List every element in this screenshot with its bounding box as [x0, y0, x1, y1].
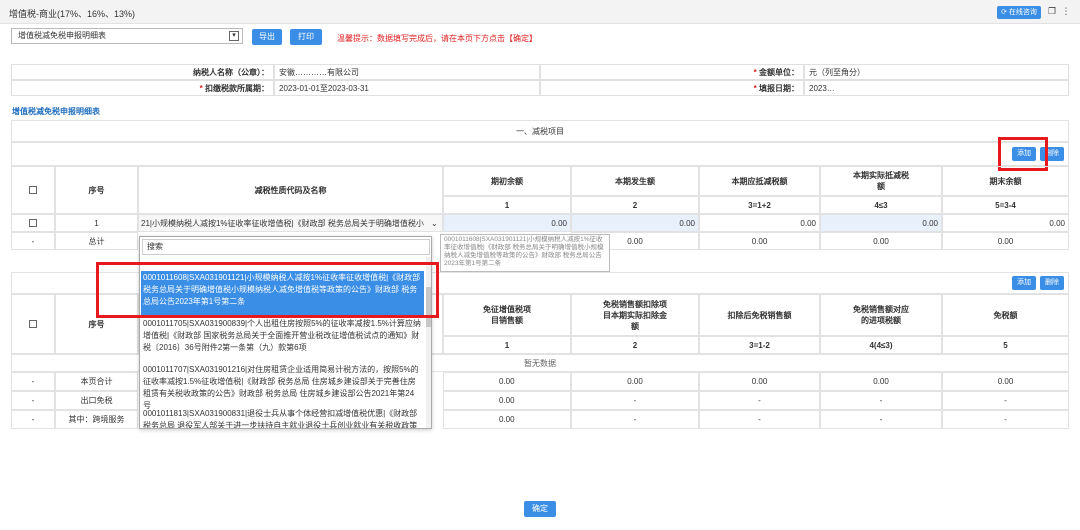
row-cell: 0.00 [820, 372, 942, 391]
highlight-box-option [96, 262, 439, 318]
hint-text: 温馨提示：数据填写完成后，请在本页下方点击【确定】 [337, 34, 537, 43]
table2-header-c1: 免征增值税项目销售额 [443, 294, 571, 336]
index-cell: 1 [443, 336, 571, 354]
code-tooltip: 0001011608|SXA031901121|小规模纳税人减按1%征收率征收增… [440, 234, 610, 272]
row1-c3: 0.00 [699, 214, 820, 232]
report-select[interactable]: 增值税减免税申报明细表 ▾ [11, 28, 243, 44]
row-cell: 0.00 [443, 410, 571, 429]
table1-toolbar [11, 142, 1069, 166]
dropdown-option[interactable]: 0001011813|SXA031900831|退役士兵从事个体经营扣减增值税优… [141, 407, 424, 428]
window-title: 增值税-商业(17%、16%、13%) [9, 9, 136, 19]
print-button[interactable]: 打印 [290, 29, 322, 45]
section-title: 增值税减免税申报明细表 [12, 107, 100, 116]
row1-c5: 0.00 [942, 214, 1069, 232]
chevron-down-icon: ⌄ [431, 218, 438, 228]
table1-header-c2: 本期发生额 [571, 166, 699, 196]
period-label: * 扣缴税款所属期： [11, 80, 274, 96]
row-cell: - [942, 410, 1069, 429]
amount-unit-value: 元（列至角分） [804, 64, 1069, 80]
index-cell: 3=1+2 [699, 196, 820, 214]
table2-header-c5: 免税额 [942, 294, 1069, 336]
row-cell: - [571, 410, 699, 429]
row1-seq: 1 [55, 214, 138, 232]
row1-code-select[interactable]: 21|小规模纳税人减按1%征收率征收增值税|《财政部 税务总局关于明确增值税小 … [138, 214, 443, 232]
period-value: 2023-01-01至2023-03-31 [274, 80, 540, 96]
table1-header-c4: 本期实际抵减税额 [820, 166, 942, 196]
index-cell: 4(4≤3) [820, 336, 942, 354]
index-cell: 5=3-4 [942, 196, 1069, 214]
index-cell: 2 [571, 336, 699, 354]
table1-header-check [11, 166, 55, 214]
index-cell: 5 [942, 336, 1069, 354]
row-cell: - [571, 391, 699, 410]
table1-header-seq: 序号 [55, 166, 138, 214]
table1-header-c3: 本期应抵减税额 [699, 166, 820, 196]
row1-c4-input[interactable]: 0.00 [820, 214, 942, 232]
index-cell: 1 [443, 196, 571, 214]
restore-icon[interactable]: ❐ [1047, 6, 1057, 16]
title-bar: 增值税-商业(17%、16%、13%) ⟳ 在线咨询 ❐ ⋮ [0, 0, 1080, 24]
part1-title: 一、减税项目 [11, 120, 1069, 142]
row-cell: - [699, 410, 820, 429]
select-all-checkbox[interactable] [29, 186, 37, 194]
row-cell: 0.00 [942, 372, 1069, 391]
row-label: 出口免税 [55, 391, 138, 410]
table1-header-c1: 期初余额 [443, 166, 571, 196]
row-cell: 0.00 [571, 372, 699, 391]
row1-c2-input[interactable]: 0.00 [571, 214, 699, 232]
total-dash: - [11, 232, 55, 250]
row1-checkbox[interactable] [29, 219, 37, 227]
table2-header-c4: 免税销售额对应的进项税额 [820, 294, 942, 336]
row-cell: 0.00 [443, 391, 571, 410]
row-cell: 0.00 [443, 372, 571, 391]
row-cell: 0.00 [699, 372, 820, 391]
table2-header-c3: 扣除后免税销售额 [699, 294, 820, 336]
dropdown-option[interactable]: 0001011707|SXA031901216|对住房租赁企业适用简易计税方法的… [141, 363, 424, 410]
table2-add-button[interactable]: 添加 [1012, 276, 1036, 290]
taxpayer-label: 纳税人名称（公章）： [11, 64, 274, 80]
table2-header-c2: 免税销售额扣除项目本期实际扣除金额 [571, 294, 699, 336]
index-cell: 4≤3 [820, 196, 942, 214]
row-cell: - [820, 410, 942, 429]
total-c4: 0.00 [820, 232, 942, 250]
row1-check-cell [11, 214, 55, 232]
export-button[interactable]: 导出 [252, 29, 282, 45]
row1-c1-input[interactable]: 0.00 [443, 214, 571, 232]
online-query-button[interactable]: ⟳ 在线咨询 [997, 6, 1041, 19]
row-cell: - [820, 391, 942, 410]
total-label: 总计 [55, 232, 138, 250]
table2-header-check [11, 294, 55, 354]
table2-delete-button[interactable]: 删除 [1040, 276, 1064, 290]
fill-date-value: 2023… [804, 80, 1069, 96]
row-dash: - [11, 410, 55, 429]
row-cell: - [942, 391, 1069, 410]
row-dash: - [11, 372, 55, 391]
row-label: 本页合计 [55, 372, 138, 391]
confirm-button[interactable]: 确定 [524, 501, 556, 517]
chevron-down-icon: ▾ [229, 31, 239, 41]
row-label: 其中：跨境服务 [55, 410, 138, 429]
table1-header-code: 减税性质代码及名称 [138, 166, 443, 214]
menu-icon[interactable]: ⋮ [1061, 6, 1071, 16]
taxpayer-value: 安徽…………有限公司 [274, 64, 540, 80]
row-cell: - [699, 391, 820, 410]
fill-date-label: * 填报日期： [540, 80, 804, 96]
table1-header-c5: 期末余额 [942, 166, 1069, 196]
amount-unit-label: * 金额单位： [540, 64, 804, 80]
total-c5: 0.00 [942, 232, 1069, 250]
row-dash: - [11, 391, 55, 410]
dropdown-option[interactable]: 0001011705|SXA031900839|个人出租住房按照5%的征收率减按… [141, 317, 424, 363]
index-cell: 3=1-2 [699, 336, 820, 354]
dropdown-search-input[interactable]: 搜索 [142, 239, 430, 255]
select-all-checkbox[interactable] [29, 320, 37, 328]
index-cell: 2 [571, 196, 699, 214]
total-c3: 0.00 [699, 232, 820, 250]
